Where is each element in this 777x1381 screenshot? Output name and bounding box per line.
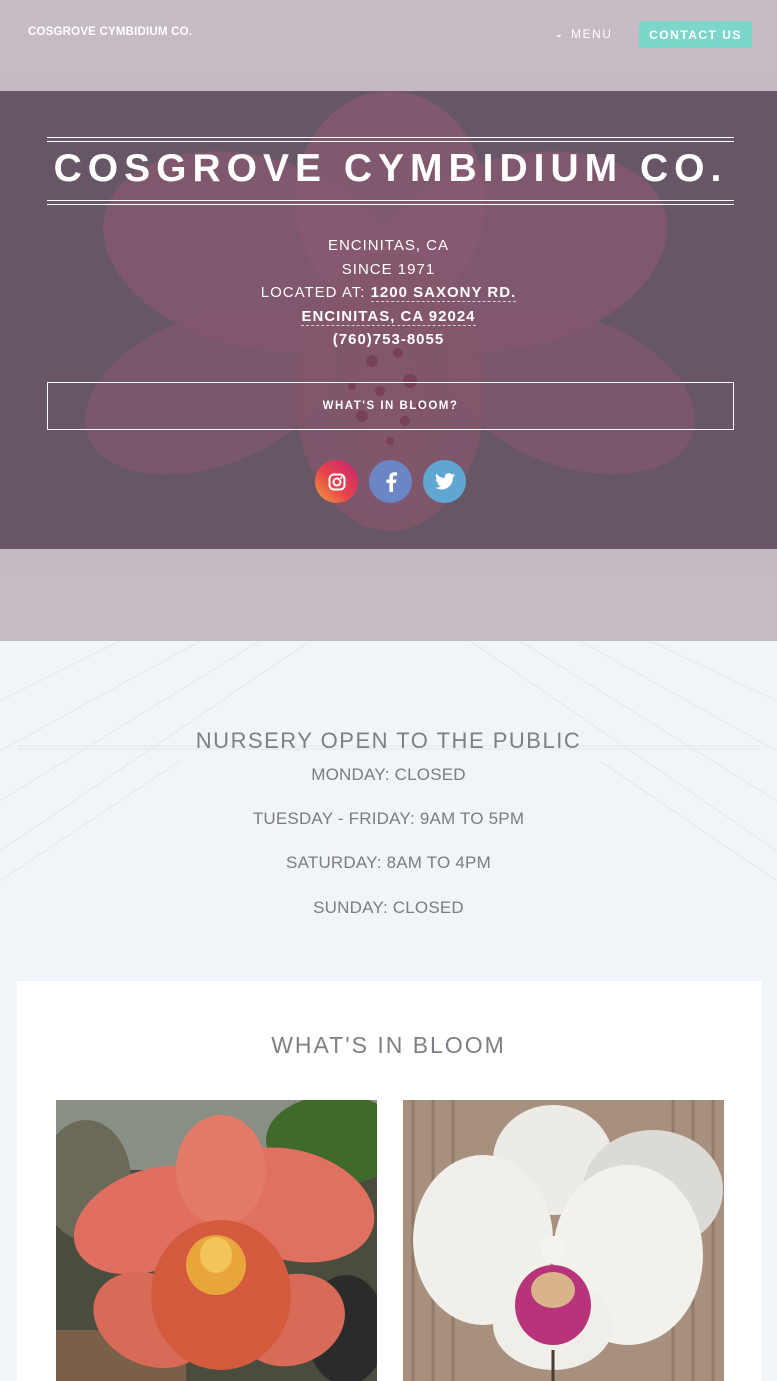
bloom-title: WHAT'S IN BLOOM [271, 1032, 506, 1058]
location-text: ENCINITAS, CA [327, 237, 450, 254]
hours-line: MONDAY: CLOSED [311, 765, 466, 784]
address-link-2[interactable]: ENCINITAS, CA 92024 [301, 308, 476, 326]
address-link-1[interactable]: 1200 SAXONY RD. [370, 284, 517, 302]
whats-in-bloom-button[interactable]: WHAT'S IN BLOOM? [47, 382, 734, 430]
facebook-button[interactable] [369, 460, 412, 503]
menu-toggle[interactable]: ⌄ MENU [555, 27, 612, 41]
located-at-label: LOCATED AT: [260, 284, 366, 301]
hero-title: COSGROVE CYMBIDIUM CO. [53, 147, 728, 190]
hours-title: NURSERY OPEN TO THE PUBLIC [195, 728, 582, 753]
since-text: SINCE 1971 [341, 261, 436, 278]
title-rule-bottom-1 [47, 200, 734, 201]
orange-orchid-photo[interactable] [56, 1100, 377, 1381]
site-name-link[interactable]: COSGROVE CYMBIDIUM CO. [28, 26, 192, 38]
orange-cattleya-image [56, 1100, 377, 1381]
white-phalaenopsis-image [403, 1100, 724, 1381]
title-rule-bottom-2 [47, 204, 734, 205]
twitter-button[interactable] [423, 460, 466, 503]
instagram-button[interactable] [315, 460, 358, 503]
top-bar: COSGROVE CYMBIDIUM CO. ⌄ MENU CONTACT US [0, 0, 777, 70]
phone-link[interactable]: (760)753-8055 [333, 331, 444, 348]
instagram-icon [328, 473, 345, 490]
contact-us-button[interactable]: CONTACT US [639, 21, 752, 48]
menu-label: MENU [571, 27, 613, 41]
hours-line: TUESDAY - FRIDAY: 9AM TO 5PM [252, 809, 525, 828]
chevron-down-icon: ⌄ [555, 28, 565, 39]
twitter-icon [434, 473, 455, 490]
title-rule-top-1 [47, 137, 734, 138]
hours-line: SUNDAY: CLOSED [313, 898, 464, 917]
hours-line: SATURDAY: 8AM TO 4PM [286, 853, 491, 872]
title-rule-top-2 [47, 141, 734, 142]
hero-section: COSGROVE CYMBIDIUM CO. ⌄ MENU CONTACT US [0, 0, 777, 641]
white-orchid-photo[interactable] [403, 1100, 724, 1381]
phone-line: (760)753-8055 [0, 331, 777, 348]
facebook-icon [385, 471, 397, 492]
address-line-2: ENCINITAS, CA 92024 [0, 308, 777, 326]
address-line-1: LOCATED AT: 1200 SAXONY RD. [0, 284, 777, 302]
